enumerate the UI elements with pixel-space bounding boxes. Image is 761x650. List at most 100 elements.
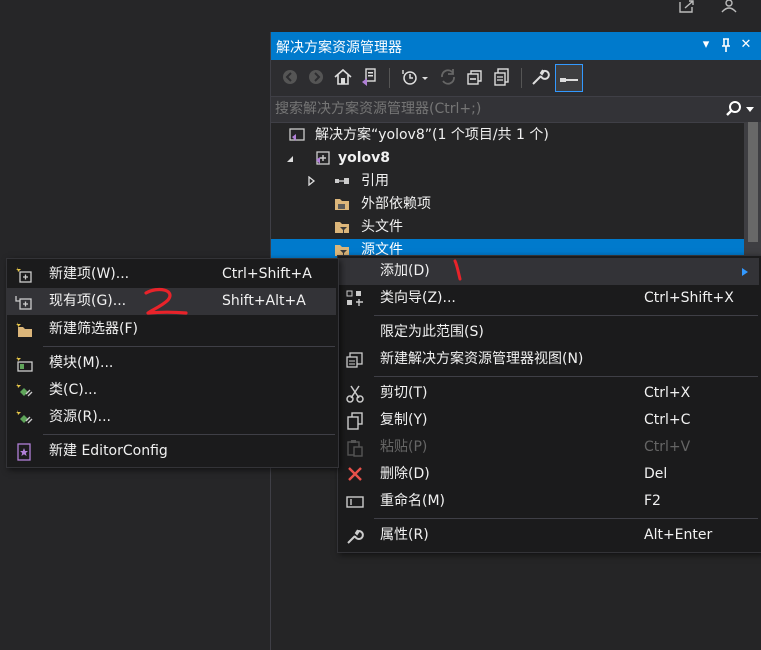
menu-item-label: 删除(D) bbox=[380, 466, 430, 482]
preview-icon bbox=[560, 78, 578, 82]
menu-separator bbox=[43, 434, 335, 435]
tree-node-external-deps[interactable]: 外部依赖项 bbox=[271, 193, 741, 215]
tree-node-label: yolov8 bbox=[338, 150, 391, 166]
account-icon[interactable] bbox=[719, 0, 739, 14]
menu-item-class-wizard[interactable]: 类向导(Z)... Ctrl+Shift+X bbox=[338, 285, 759, 312]
menu-item-shortcut: Ctrl+Shift+A bbox=[222, 266, 312, 282]
submenu-arrow-icon bbox=[742, 268, 748, 276]
tree-node-project[interactable]: yolov8 bbox=[271, 147, 741, 169]
search-icon[interactable] bbox=[725, 100, 743, 118]
menu-separator bbox=[374, 315, 758, 316]
submenu-item-existing-item[interactable]: 现有项(G)... Shift+Alt+A bbox=[7, 288, 336, 315]
menu-item-new-view[interactable]: 新建解决方案资源管理器视图(N) bbox=[338, 346, 759, 373]
resource-icon bbox=[16, 410, 33, 424]
menu-item-label: 模块(M)... bbox=[49, 355, 114, 371]
menu-item-shortcut: Ctrl+X bbox=[644, 385, 691, 401]
properties-wrench-icon[interactable] bbox=[529, 66, 551, 88]
submenu-item-editorconfig[interactable]: 新建 EditorConfig bbox=[7, 438, 336, 465]
references-icon bbox=[335, 178, 349, 184]
menu-item-shortcut: Ctrl+Shift+X bbox=[644, 290, 734, 306]
menu-item-paste[interactable]: 粘贴(P) Ctrl+V bbox=[338, 434, 759, 461]
back-icon[interactable] bbox=[279, 66, 301, 88]
forward-icon[interactable] bbox=[305, 66, 327, 88]
share-icon[interactable] bbox=[677, 0, 697, 14]
switch-views-icon[interactable] bbox=[359, 66, 381, 88]
submenu-item-module[interactable]: 模块(M)... bbox=[7, 350, 336, 377]
search-options-dropdown-icon[interactable] bbox=[745, 105, 755, 115]
expanded-arrow-icon[interactable] bbox=[286, 155, 294, 163]
home-icon[interactable] bbox=[332, 66, 354, 88]
solution-icon bbox=[289, 128, 305, 141]
paste-icon bbox=[347, 440, 363, 457]
menu-item-scope-to-this[interactable]: 限定为此范围(S) bbox=[338, 319, 759, 346]
pending-changes-filter-icon[interactable] bbox=[399, 66, 431, 88]
scrollbar-thumb[interactable] bbox=[748, 122, 758, 242]
new-view-icon bbox=[346, 352, 363, 368]
close-icon[interactable]: ✕ bbox=[738, 36, 754, 54]
tree-scrollbar[interactable] bbox=[744, 122, 761, 262]
menu-item-rename[interactable]: 重命名(M) F2 bbox=[338, 488, 759, 515]
tree-node-label: 外部依赖项 bbox=[361, 196, 431, 212]
menu-item-shortcut: Del bbox=[644, 466, 668, 482]
wrench-icon bbox=[347, 529, 364, 544]
menu-item-label: 资源(R)... bbox=[49, 409, 112, 425]
collapse-all-icon[interactable] bbox=[464, 66, 486, 88]
menu-item-label: 添加(D) bbox=[380, 263, 430, 279]
menu-item-label: 复制(Y) bbox=[380, 412, 428, 428]
existing-item-icon bbox=[15, 296, 32, 310]
menu-separator bbox=[374, 518, 758, 519]
editorconfig-icon bbox=[17, 443, 31, 461]
collapsed-arrow-icon[interactable] bbox=[308, 176, 316, 186]
solution-explorer-title: 解决方案资源管理器 bbox=[276, 40, 402, 56]
tree-node-label: 头文件 bbox=[361, 219, 403, 235]
cpp-project-icon bbox=[316, 151, 330, 165]
menu-item-cut[interactable]: 剪切(T) Ctrl+X bbox=[338, 380, 759, 407]
tree-node-references[interactable]: 引用 bbox=[271, 170, 741, 192]
delete-icon bbox=[348, 467, 362, 481]
menu-item-delete[interactable]: 删除(D) Del bbox=[338, 461, 759, 488]
tree-node-solution[interactable]: 解决方案“yolov8”(1 个项目/共 1 个) bbox=[271, 124, 741, 146]
filter-folder-icon bbox=[335, 222, 349, 233]
menu-item-shortcut: Ctrl+C bbox=[644, 412, 691, 428]
submenu-item-class[interactable]: 类(C)... bbox=[7, 377, 336, 404]
tree-node-header-files[interactable]: 头文件 bbox=[271, 216, 741, 238]
menu-item-label: 粘贴(P) bbox=[380, 439, 428, 455]
menu-item-label: 限定为此范围(S) bbox=[380, 324, 484, 340]
menu-item-label: 类向导(Z)... bbox=[380, 290, 456, 306]
scissors-icon bbox=[346, 385, 364, 403]
menu-item-label: 属性(R) bbox=[380, 527, 429, 543]
copy-icon bbox=[347, 412, 363, 430]
sync-icon[interactable] bbox=[437, 66, 459, 88]
menu-separator bbox=[374, 376, 758, 377]
tree-node-label: 解决方案“yolov8”(1 个项目/共 1 个) bbox=[315, 127, 549, 143]
menu-item-label: 新建项(W)... bbox=[49, 266, 130, 282]
pin-icon[interactable] bbox=[718, 36, 734, 54]
menu-separator bbox=[43, 346, 335, 347]
submenu-item-new-filter[interactable]: 新建筛选器(F) bbox=[7, 316, 336, 343]
toolbar-separator bbox=[389, 68, 390, 88]
solution-explorer-titlebar: 解决方案资源管理器 ▾ ✕ bbox=[271, 32, 761, 60]
preview-selected-button[interactable] bbox=[555, 64, 583, 92]
new-item-icon bbox=[16, 267, 32, 283]
menu-item-label: 新建解决方案资源管理器视图(N) bbox=[380, 351, 584, 367]
submenu-item-resource[interactable]: 资源(R)... bbox=[7, 404, 336, 431]
menu-item-label: 类(C)... bbox=[49, 382, 98, 398]
search-input[interactable] bbox=[275, 99, 705, 119]
class-icon bbox=[16, 383, 33, 397]
rename-icon bbox=[346, 496, 364, 508]
menu-item-label: 剪切(T) bbox=[380, 385, 428, 401]
menu-item-properties[interactable]: 属性(R) Alt+Enter bbox=[338, 522, 759, 549]
new-filter-icon bbox=[16, 322, 32, 337]
menu-item-shortcut: Alt+Enter bbox=[644, 527, 713, 543]
dropdown-icon[interactable]: ▾ bbox=[698, 36, 714, 54]
menu-item-copy[interactable]: 复制(Y) Ctrl+C bbox=[338, 407, 759, 434]
show-all-files-icon[interactable] bbox=[491, 66, 513, 88]
menu-item-label: 重命名(M) bbox=[380, 493, 446, 509]
solution-explorer-search bbox=[271, 96, 761, 123]
solution-explorer-toolbar bbox=[271, 60, 761, 96]
context-menu: 添加(D) 类向导(Z)... Ctrl+Shift+X 限定为此范围(S) 新… bbox=[337, 255, 761, 553]
menu-item-add[interactable]: 添加(D) bbox=[338, 258, 759, 285]
menu-item-shortcut: Shift+Alt+A bbox=[222, 293, 306, 309]
folder-icon bbox=[335, 199, 349, 210]
submenu-item-new-item[interactable]: 新建项(W)... Ctrl+Shift+A bbox=[7, 261, 336, 288]
